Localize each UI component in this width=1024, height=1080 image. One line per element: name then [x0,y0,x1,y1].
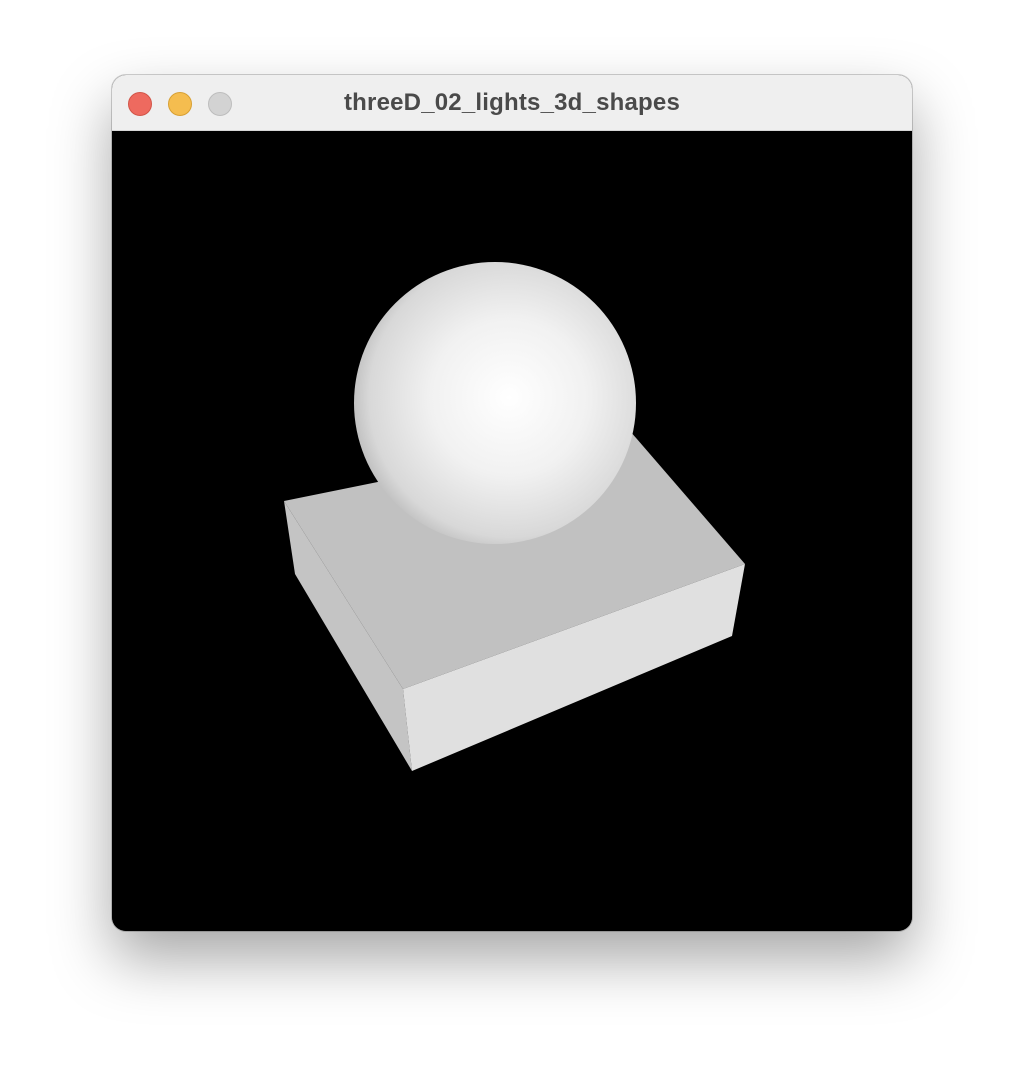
render-canvas[interactable] [112,131,912,931]
title-bar[interactable]: threeD_02_lights_3d_shapes [112,75,912,131]
sphere [354,262,636,544]
window-title: threeD_02_lights_3d_shapes [343,89,681,116]
app-window: threeD_02_lights_3d_shapes [112,75,912,931]
scene-svg [284,262,745,771]
